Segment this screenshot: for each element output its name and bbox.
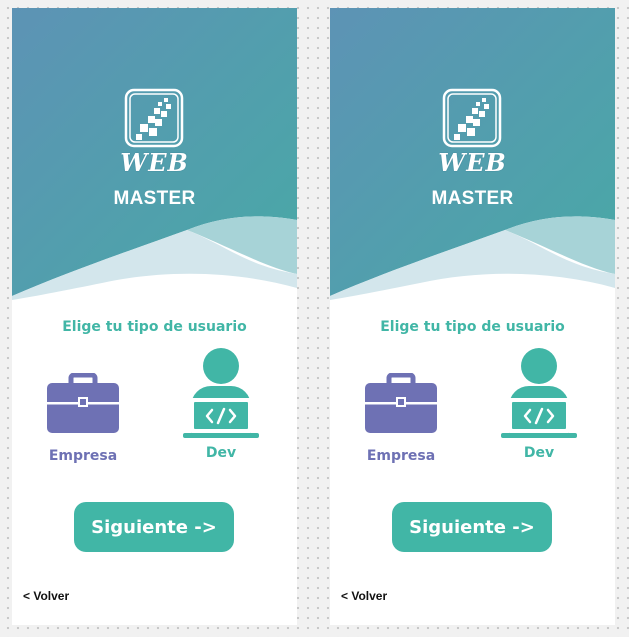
option-label-empresa: Empresa: [366, 448, 436, 464]
option-label-dev: Dev: [523, 445, 555, 461]
briefcase-icon: [365, 373, 437, 433]
developer-laptop-icon: [501, 348, 577, 438]
user-type-prompt: Elige tu tipo de usuario: [62, 319, 247, 335]
option-dev[interactable]: Dev: [498, 348, 580, 473]
pixel-arrow-logo-icon: [124, 88, 184, 148]
logo-wordmark: WEB: [120, 148, 189, 177]
option-empresa[interactable]: Empresa: [42, 373, 124, 473]
next-button[interactable]: Siguiente ->: [74, 502, 234, 552]
header-banner: WEB MASTER: [330, 8, 615, 308]
logo-subtitle: MASTER: [113, 188, 196, 209]
developer-laptop-icon: [183, 348, 259, 438]
option-label-empresa: Empresa: [48, 448, 118, 464]
pixel-arrow-logo-icon: [442, 88, 502, 148]
next-button[interactable]: Siguiente ->: [392, 502, 552, 552]
option-dev[interactable]: Dev: [180, 348, 262, 473]
screen-left: WEB MASTER Elige tu tipo de usuario Empr…: [12, 8, 297, 625]
back-link[interactable]: < Volver: [341, 589, 387, 603]
briefcase-icon: [47, 373, 119, 433]
user-type-prompt: Elige tu tipo de usuario: [380, 319, 565, 335]
screen-right: WEB MASTER Elige tu tipo de usuario Empr…: [330, 8, 615, 625]
logo-subtitle: MASTER: [431, 188, 514, 209]
back-link[interactable]: < Volver: [23, 589, 69, 603]
option-label-dev: Dev: [205, 445, 237, 461]
logo-wordmark: WEB: [438, 148, 507, 177]
header-banner: WEB MASTER: [12, 8, 297, 308]
option-empresa[interactable]: Empresa: [360, 373, 442, 473]
